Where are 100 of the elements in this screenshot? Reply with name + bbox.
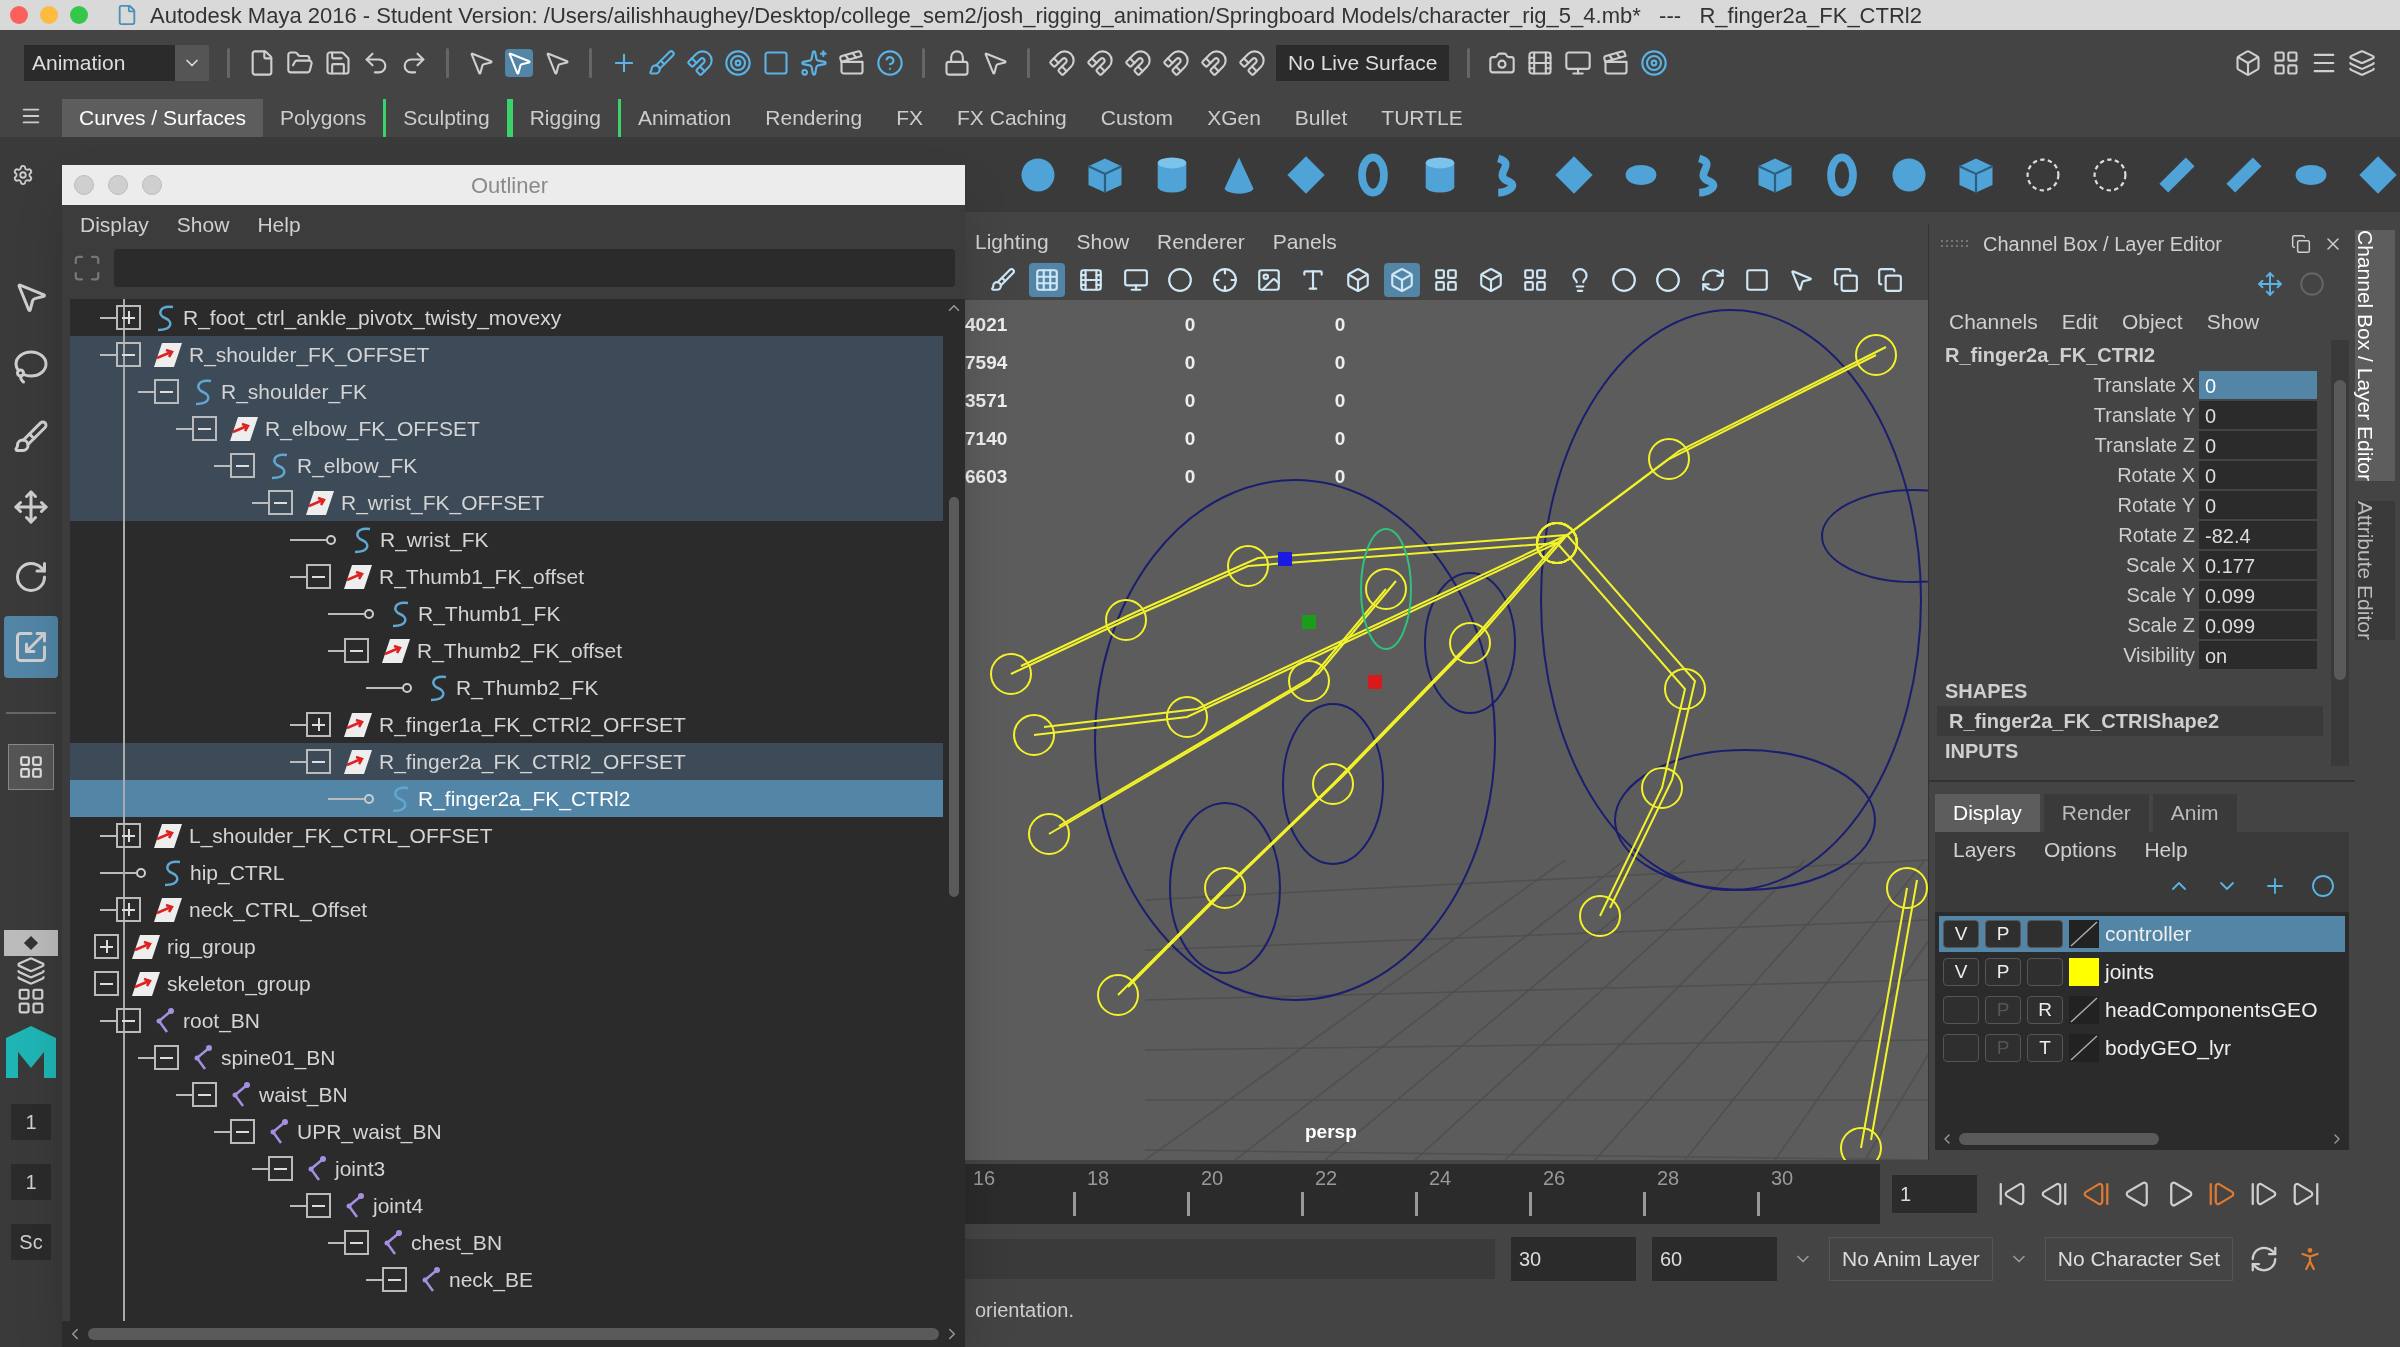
expand-toggle[interactable] <box>116 897 141 922</box>
expand-toggle[interactable] <box>306 712 331 737</box>
expand-toggle[interactable] <box>306 749 331 774</box>
expand-toggle[interactable] <box>230 1119 255 1144</box>
menu-item[interactable]: Options <box>2044 834 2117 866</box>
range-end-field[interactable]: 60 <box>1652 1237 1777 1281</box>
layer-tab[interactable]: Display <box>1935 794 2040 832</box>
display-type-toggle[interactable]: R <box>2027 996 2063 1024</box>
attribute-field[interactable]: 0 <box>2199 461 2317 489</box>
outliner-row[interactable]: R_wrist_FK <box>70 521 943 558</box>
scale-tool-icon[interactable] <box>4 616 58 678</box>
axis-icon[interactable] <box>2257 271 2283 297</box>
shelf-tab[interactable]: Rendering <box>748 99 880 137</box>
menu-set-dropdown[interactable]: Animation <box>24 44 209 81</box>
outliner-row[interactable]: R_Thumb1_FK_offset <box>70 558 943 595</box>
outliner-row[interactable]: R_finger1a_FK_CTRl2_OFFSET <box>70 706 943 743</box>
expand-toggle[interactable] <box>116 305 141 330</box>
expand-toggle[interactable] <box>382 1267 407 1292</box>
outliner-row[interactable]: R_Thumb1_FK <box>70 595 943 632</box>
attribute-field[interactable]: 0.099 <box>2199 581 2317 609</box>
clapperboard-icon[interactable] <box>1602 48 1631 77</box>
target-icon[interactable] <box>1640 48 1669 77</box>
menu-item[interactable]: Edit <box>2061 306 2098 338</box>
magnet-icon[interactable] <box>1048 48 1076 77</box>
menu-item[interactable]: Channels <box>1949 306 2038 338</box>
shelf-tab[interactable]: XGen <box>1190 99 1278 137</box>
visibility-toggle[interactable] <box>1943 996 1979 1024</box>
magnet-icon[interactable] <box>1124 48 1152 77</box>
outliner-row[interactable]: R_shoulder_FK_OFFSET <box>70 336 943 373</box>
pointer-icon[interactable] <box>505 48 533 77</box>
outliner-row[interactable]: R_shoulder_FK <box>70 373 943 410</box>
attribute-field[interactable]: 0 <box>2199 371 2317 399</box>
scrollbar-thumb[interactable] <box>949 497 959 897</box>
visibility-toggle[interactable]: V <box>1943 920 1979 948</box>
display-type-toggle[interactable] <box>2027 958 2063 986</box>
expand-toggle[interactable] <box>344 1230 369 1255</box>
display-type-toggle[interactable] <box>2027 920 2063 948</box>
expand-toggle[interactable] <box>230 453 255 478</box>
layer-color-swatch[interactable] <box>2069 958 2099 986</box>
scrollbar-thumb[interactable] <box>88 1328 939 1340</box>
outliner-row[interactable]: joint4 <box>70 1187 943 1224</box>
frame-field[interactable]: 1 <box>11 1104 51 1140</box>
current-frame-field[interactable]: 1 <box>1892 1175 1977 1213</box>
expand-toggle[interactable] <box>94 934 119 959</box>
expand-toggle[interactable] <box>192 1082 217 1107</box>
shelf-tab[interactable]: Custom <box>1083 99 1191 137</box>
scrollbar-thumb[interactable] <box>2334 380 2346 680</box>
lock-icon[interactable] <box>943 48 971 77</box>
magnet-icon[interactable] <box>686 48 714 77</box>
outliner-row[interactable]: joint3 <box>70 1150 943 1187</box>
shelf-tab[interactable]: Animation <box>620 99 749 137</box>
outliner-row[interactable]: R_finger2a_FK_CTRl2 <box>70 780 943 817</box>
expand-toggle[interactable] <box>154 1045 179 1070</box>
film-icon[interactable] <box>1526 48 1555 77</box>
outliner-row[interactable]: R_Thumb2_FK <box>70 669 943 706</box>
attribute-field[interactable]: 0.177 <box>2199 551 2317 579</box>
attribute-field[interactable]: on <box>2199 641 2317 669</box>
outliner-row[interactable]: root_BN <box>70 1002 943 1039</box>
expand-toggle[interactable] <box>116 1008 141 1033</box>
magnet-icon[interactable] <box>1238 48 1266 77</box>
monitor-icon[interactable] <box>1564 48 1593 77</box>
cube-icon[interactable] <box>2234 48 2262 77</box>
side-tab[interactable]: Attribute Editor <box>2355 501 2395 640</box>
help-icon[interactable] <box>876 48 904 77</box>
sparkles-icon[interactable] <box>800 48 828 77</box>
viewport[interactable]: 4021 0 0 7594 0 0 3571 0 0 7140 0 0 6603 0 0 persp <box>965 300 1928 1160</box>
outliner-row[interactable]: R_foot_ctrl_ankle_pivotx_twisty_movexy <box>70 299 943 336</box>
attribute-field[interactable]: 0 <box>2199 401 2317 429</box>
layer-row[interactable]: V P joints <box>1939 954 2345 990</box>
expand-toggle[interactable] <box>94 971 119 996</box>
scrollbar-thumb[interactable] <box>1959 1133 2159 1145</box>
display-type-toggle[interactable]: T <box>2027 1034 2063 1062</box>
grid-icon[interactable] <box>1029 263 1065 297</box>
shelf-tab[interactable]: Curves / Surfaces <box>62 99 263 137</box>
outliner-row[interactable]: R_wrist_FK_OFFSET <box>70 484 943 521</box>
vertical-scrollbar[interactable] <box>2331 340 2349 766</box>
expand-toggle[interactable] <box>306 1193 331 1218</box>
frame-field[interactable]: 1 <box>11 1164 51 1200</box>
float-icon[interactable] <box>2291 234 2311 254</box>
menu-item[interactable]: Object <box>2121 306 2183 338</box>
playback-toggle[interactable]: P <box>1985 920 2021 948</box>
brush-icon[interactable] <box>648 48 676 77</box>
menu-item[interactable]: Panels <box>1272 226 1337 258</box>
new-layer-icon[interactable] <box>2311 874 2335 898</box>
attribute-field[interactable]: 0 <box>2199 431 2317 459</box>
expand-toggle[interactable] <box>116 342 141 367</box>
menu-item[interactable]: Show <box>2206 306 2260 338</box>
magnet-icon[interactable] <box>1086 48 1114 77</box>
save-icon[interactable] <box>324 48 352 77</box>
outliner-row[interactable]: neck_CTRL_Offset <box>70 891 943 928</box>
layer-color-swatch[interactable] <box>2069 996 2099 1024</box>
visibility-toggle[interactable]: V <box>1943 958 1979 986</box>
horizontal-scrollbar[interactable] <box>62 1321 965 1347</box>
outliner-row[interactable]: rig_group <box>70 928 943 965</box>
grip-icon[interactable] <box>1941 239 1971 249</box>
magnet-icon[interactable] <box>1162 48 1190 77</box>
outliner-row[interactable]: chest_BN <box>70 1224 943 1261</box>
layer-row[interactable]: V P controller <box>1939 916 2345 952</box>
horizontal-scrollbar[interactable] <box>1935 1128 2349 1150</box>
square-icon[interactable] <box>762 48 790 77</box>
